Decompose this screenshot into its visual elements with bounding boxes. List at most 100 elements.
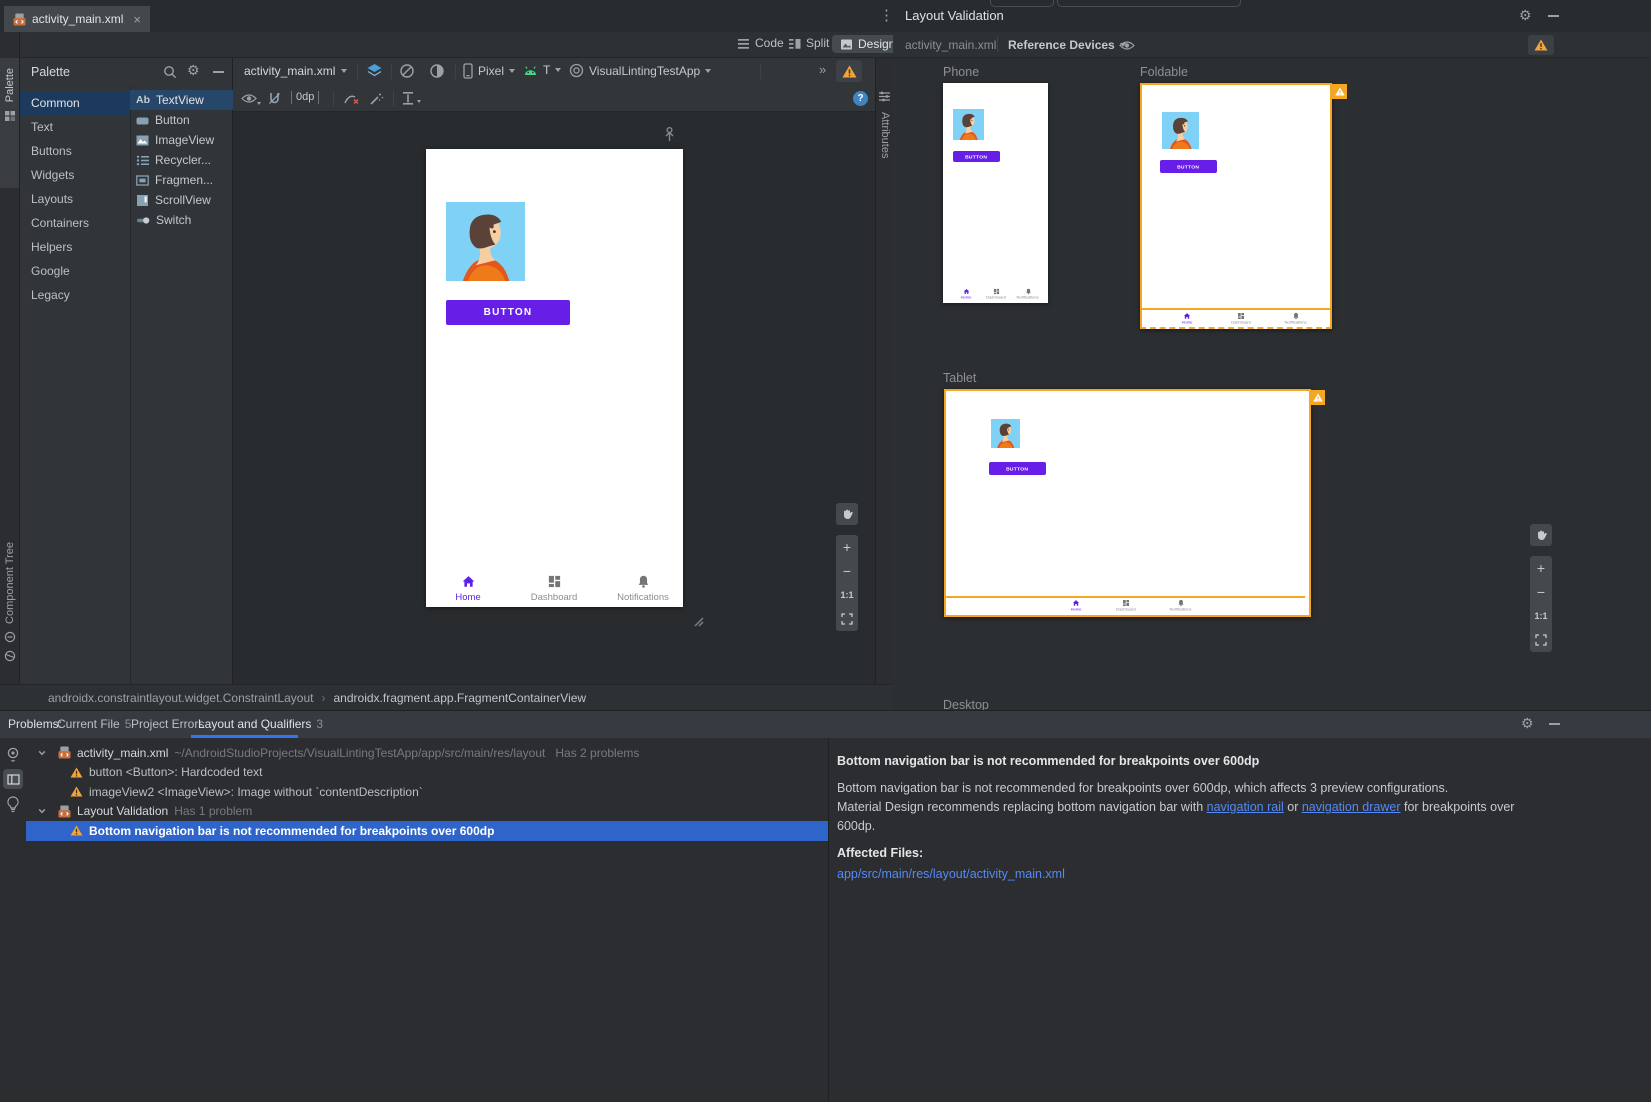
lv-warning-button[interactable] bbox=[1528, 35, 1554, 55]
chevron-expanded-icon[interactable] bbox=[38, 749, 46, 757]
design-toolbar: activity_main.xml Pixel T VisualLintin bbox=[233, 58, 875, 85]
affected-file-link[interactable]: app/src/main/res/layout/activity_main.xm… bbox=[837, 867, 1065, 881]
palette-category-google[interactable]: Google bbox=[20, 259, 130, 283]
attributes-stripe[interactable]: Attributes bbox=[875, 58, 893, 684]
breadcrumb-item-constraintlayout[interactable]: androidx.constraintlayout.widget.Constra… bbox=[48, 691, 314, 705]
tree-row-warning-hardcoded-text[interactable]: button <Button>: Hardcoded text bbox=[26, 763, 828, 783]
design-warning-button[interactable] bbox=[836, 60, 862, 82]
palette-category-containers[interactable]: Containers bbox=[20, 211, 130, 235]
imageview-avatar[interactable] bbox=[446, 202, 525, 281]
help-icon[interactable]: ? bbox=[853, 91, 868, 106]
api-level-dropdown[interactable]: T bbox=[523, 63, 561, 77]
tab-current-file[interactable]: Current File 5 bbox=[57, 717, 131, 731]
chevron-expanded-icon[interactable] bbox=[38, 807, 46, 815]
lv-zoom-in-button[interactable]: + bbox=[1530, 556, 1552, 580]
palette-category-widgets[interactable]: Widgets bbox=[20, 163, 130, 187]
gear-icon[interactable]: ⚙ bbox=[1521, 715, 1534, 732]
view-options-icon[interactable] bbox=[6, 747, 21, 762]
palette-component-fragment[interactable]: Fragmen... bbox=[130, 170, 233, 190]
show-details-button[interactable] bbox=[3, 769, 23, 789]
material-button[interactable]: BUTTON bbox=[446, 300, 570, 325]
tree-row-file[interactable]: activity_main.xml ~/AndroidStudioProject… bbox=[26, 743, 828, 763]
lv-zoom-out-button[interactable]: − bbox=[1530, 580, 1552, 604]
layers-icon[interactable] bbox=[366, 63, 383, 79]
foldable-warning-badge[interactable] bbox=[1332, 84, 1347, 99]
textview-icon: Ab bbox=[136, 94, 150, 106]
lv-preview-foldable[interactable]: BUTTON Home Dashboard Notifications bbox=[1140, 83, 1332, 329]
palette-component-switch[interactable]: Switch bbox=[130, 210, 233, 230]
design-canvas[interactable]: BUTTON Home Dashboard Notifications bbox=[233, 112, 875, 684]
default-margin-field[interactable]: 0dp bbox=[291, 91, 319, 104]
visibility-eye-icon[interactable] bbox=[1119, 40, 1135, 51]
split-icon bbox=[788, 37, 801, 50]
hide-panel-icon[interactable] bbox=[1549, 723, 1560, 725]
editor-tab[interactable]: activity_main.xml × bbox=[4, 6, 150, 32]
device-preview[interactable]: BUTTON Home Dashboard Notifications bbox=[426, 149, 683, 607]
tree-row-warning-bottom-nav[interactable]: Bottom navigation bar is not recommended… bbox=[26, 821, 828, 841]
reference-devices-dropdown[interactable]: Reference Devices bbox=[1008, 38, 1126, 52]
dashboard-icon bbox=[547, 574, 562, 589]
android-studio-window: activity_main.xml × ⋮ Layout Validation … bbox=[0, 0, 1651, 1102]
tablet-warning-badge[interactable] bbox=[1310, 390, 1325, 405]
lv-pan-button[interactable] bbox=[1530, 524, 1552, 546]
lv-zoom-fit-button[interactable] bbox=[1530, 628, 1552, 652]
zoom-actual-button[interactable]: 1:1 bbox=[836, 583, 858, 607]
palette-component-button[interactable]: Button bbox=[130, 110, 233, 130]
search-icon[interactable] bbox=[163, 65, 177, 79]
palette-category-helpers[interactable]: Helpers bbox=[20, 235, 130, 259]
tab-project-errors[interactable]: Project Errors bbox=[131, 717, 204, 731]
palette-category-legacy[interactable]: Legacy bbox=[20, 283, 130, 307]
tree-row-layout-validation[interactable]: Layout Validation Has 1 problem bbox=[26, 802, 828, 822]
design-surface-mode-icon[interactable] bbox=[399, 63, 415, 79]
breadcrumb-item-fragmentcontainerview[interactable]: androidx.fragment.app.FragmentContainerV… bbox=[334, 691, 587, 705]
split-mode-button[interactable]: Split bbox=[788, 36, 829, 50]
gear-icon[interactable]: ⚙ bbox=[1519, 7, 1532, 24]
zoom-in-button[interactable]: + bbox=[836, 535, 858, 559]
zoom-fit-button[interactable] bbox=[836, 607, 858, 631]
close-icon[interactable]: × bbox=[133, 12, 141, 27]
navigation-drawer-link[interactable]: navigation drawer bbox=[1302, 800, 1401, 814]
palette-component-scrollview[interactable]: ScrollView bbox=[130, 190, 233, 210]
component-tree-stripe-tab[interactable]: Component Tree bbox=[0, 538, 19, 684]
notifications-icon bbox=[1025, 288, 1032, 295]
theme-dropdown[interactable]: VisualLintingTestApp bbox=[569, 63, 711, 78]
night-mode-icon[interactable] bbox=[429, 63, 445, 79]
view-options-eye-icon[interactable] bbox=[241, 93, 257, 104]
autoconnect-magnet-icon[interactable] bbox=[267, 91, 282, 106]
resize-handle-icon[interactable] bbox=[689, 612, 705, 628]
nav-item-dashboard[interactable]: Dashboard bbox=[524, 568, 584, 603]
lightbulb-icon[interactable] bbox=[6, 796, 20, 813]
tree-row-warning-content-description[interactable]: imageView2 <ImageView>: Image without `c… bbox=[26, 782, 828, 802]
nav-item-notifications[interactable]: Notifications bbox=[608, 568, 678, 603]
toolbar-fragment-right bbox=[1057, 0, 1241, 7]
align-icon[interactable] bbox=[402, 91, 414, 106]
tab-layout-and-qualifiers[interactable]: Layout and Qualifiers 3 bbox=[198, 717, 323, 731]
overflow-chevrons-icon[interactable]: » bbox=[819, 62, 826, 77]
hide-panel-icon[interactable] bbox=[1548, 15, 1559, 17]
minimize-icon[interactable] bbox=[213, 71, 224, 73]
navigation-rail-link[interactable]: navigation rail bbox=[1207, 800, 1284, 814]
kebab-menu-icon[interactable]: ⋮ bbox=[879, 6, 894, 24]
bottom-navigation-bar[interactable]: Home Dashboard Notifications bbox=[426, 568, 683, 607]
palette-category-layouts[interactable]: Layouts bbox=[20, 187, 130, 211]
clear-constraints-icon[interactable] bbox=[343, 91, 360, 106]
lv-preview-phone[interactable]: BUTTON Home Dashboard Notifications bbox=[943, 83, 1048, 303]
lv-preview-tablet[interactable]: BUTTON Home Dashboard Notifications bbox=[944, 389, 1311, 617]
problems-panel: Problems: Current File 5 Project Errors … bbox=[0, 710, 1651, 1102]
palette-stripe-tab[interactable]: Palette bbox=[0, 58, 19, 188]
palette-category-text[interactable]: Text bbox=[20, 115, 130, 139]
zoom-out-button[interactable]: − bbox=[836, 559, 858, 583]
pan-button[interactable] bbox=[836, 503, 858, 525]
infer-constraints-wand-icon[interactable] bbox=[369, 91, 384, 106]
palette-category-buttons[interactable]: Buttons bbox=[20, 139, 130, 163]
gear-icon[interactable]: ⚙ bbox=[187, 62, 200, 79]
nav-item-home[interactable]: Home bbox=[438, 568, 498, 603]
code-mode-button[interactable]: Code bbox=[737, 36, 784, 50]
lv-zoom-actual-button[interactable]: 1:1 bbox=[1530, 604, 1552, 628]
palette-category-common[interactable]: Common bbox=[20, 91, 130, 115]
device-dropdown[interactable]: Pixel bbox=[463, 63, 515, 79]
palette-component-imageview[interactable]: ImageView bbox=[130, 130, 233, 150]
palette-component-recyclerview[interactable]: Recycler... bbox=[130, 150, 233, 170]
palette-component-textview[interactable]: Ab TextView bbox=[130, 90, 233, 110]
layout-file-dropdown[interactable]: activity_main.xml bbox=[244, 64, 347, 78]
